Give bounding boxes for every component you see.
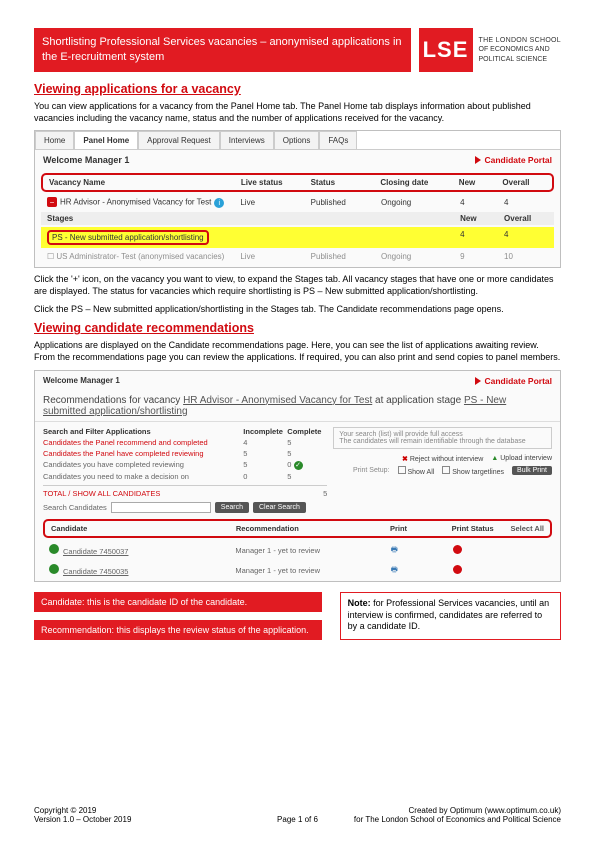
collapse-icon[interactable]: −	[47, 197, 57, 207]
upload-icon: ▲	[491, 455, 498, 462]
lse-logo-block: LSE THE LONDON SCHOOL OF ECONOMICS AND P…	[419, 28, 562, 72]
status-red-icon	[453, 545, 462, 554]
candidate-portal-link[interactable]: Candidate Portal	[475, 155, 552, 165]
doc-title: Shortlisting Professional Services vacan…	[42, 35, 403, 65]
note-box: Note: for Professional Services vacancie…	[340, 592, 561, 640]
callout-candidate: Candidate: this is the candidate ID of t…	[34, 592, 322, 612]
para-view-apps: You can view applications for a vacancy …	[34, 101, 561, 124]
para-recommendations: Applications are displayed on the Candid…	[34, 340, 561, 363]
bulk-print-button[interactable]: Bulk Print	[512, 466, 552, 475]
options-row: ✖ Reject without interview ▲ Upload inte…	[333, 455, 552, 463]
lse-school-name: THE LONDON SCHOOL OF ECONOMICS AND POLIT…	[479, 36, 562, 63]
clear-search-button[interactable]: Clear Search	[253, 502, 306, 513]
reject-icon: ✖	[402, 456, 408, 463]
page-footer: Copyright © 2019 Version 1.0 – October 2…	[34, 806, 561, 824]
doc-title-bar: Shortlisting Professional Services vacan…	[34, 28, 411, 72]
total-show-all[interactable]: TOTAL / SHOW ALL CANDIDATES	[43, 489, 160, 498]
welcome-text-2: Welcome Manager 1	[43, 376, 120, 386]
info-icon[interactable]: i	[214, 198, 224, 208]
para-click-ps: Click the PS – New submitted application…	[34, 304, 561, 316]
vacancy-columns-header: Vacancy Name Live status Status Closing …	[41, 173, 554, 192]
callout-recommendation: Recommendation: this displays the review…	[34, 620, 322, 640]
print-setup-label: Print Setup:	[353, 467, 390, 474]
search-candidates-input[interactable]	[111, 502, 211, 513]
tab-panel-home[interactable]: Panel Home	[74, 131, 138, 149]
arrow-right-icon	[475, 156, 481, 164]
para-click-plus: Click the '+' icon, on the vacancy you w…	[34, 274, 561, 297]
stages-header: Stages New Overall	[41, 212, 554, 225]
candidate-row-1[interactable]: Candidate 7450037 Manager 1 - yet to rev…	[43, 541, 552, 560]
tab-approval[interactable]: Approval Request	[138, 131, 220, 149]
vacancy-row-us-admin[interactable]: ☐ US Administrator- Test (anonymised vac…	[41, 250, 554, 263]
section-heading-viewing-apps: Viewing applications for a vacancy	[34, 82, 561, 96]
screenshot-recommendations: Welcome Manager 1 Candidate Portal Recom…	[34, 370, 561, 582]
status-red-icon	[453, 565, 462, 574]
section-heading-recommendations: Viewing candidate recommendations	[34, 321, 561, 335]
print-icon[interactable]: 🖶	[391, 544, 453, 557]
recommendations-title: Recommendations for vacancy HR Advisor -…	[35, 391, 560, 422]
candidate-columns-header: Candidate Recommendation Print Print Sta…	[43, 519, 552, 538]
tab-options[interactable]: Options	[274, 131, 320, 149]
callouts-row: Candidate: this is the candidate ID of t…	[34, 592, 561, 640]
select-all-link[interactable]: Select All	[498, 524, 544, 533]
candidate-portal-link-2[interactable]: Candidate Portal	[475, 376, 552, 386]
print-icon[interactable]: 🖶	[391, 564, 453, 577]
arrow-right-icon	[475, 377, 481, 385]
page-header: Shortlisting Professional Services vacan…	[34, 28, 561, 72]
stage-ps-new-submitted[interactable]: PS - New submitted application/shortlist…	[41, 227, 554, 248]
check-icon: ✓	[294, 461, 303, 470]
page-number: Page 1 of 6	[34, 815, 561, 824]
status-dot-icon	[49, 564, 59, 574]
show-all-checkbox[interactable]	[398, 466, 406, 474]
tab-bar: Home Panel Home Approval Request Intervi…	[35, 131, 560, 150]
status-dot-icon	[49, 544, 59, 554]
search-button[interactable]: Search	[215, 502, 249, 513]
filter-panel: Search and Filter Applications Incomplet…	[43, 427, 327, 513]
vacancy-row-hr-advisor[interactable]: −HR Advisor - Anonymised Vacancy for Tes…	[41, 195, 554, 210]
candidate-row-2[interactable]: Candidate 7450035 Manager 1 - yet to rev…	[43, 561, 552, 580]
lse-logo: LSE	[419, 28, 473, 72]
info-box: Your search (list) will provide full acc…	[333, 427, 552, 449]
tab-interviews[interactable]: Interviews	[220, 131, 274, 149]
show-targetlines-checkbox[interactable]	[442, 466, 450, 474]
tab-faqs[interactable]: FAQs	[319, 131, 357, 149]
tab-home[interactable]: Home	[35, 131, 74, 149]
welcome-text: Welcome Manager 1	[43, 155, 129, 165]
screenshot-panel-home: Home Panel Home Approval Request Intervi…	[34, 130, 561, 268]
